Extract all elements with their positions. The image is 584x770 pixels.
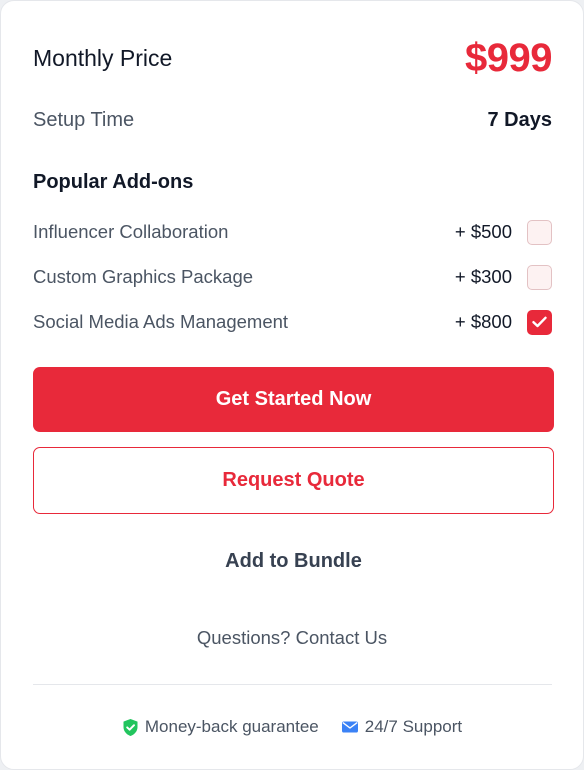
addon-name: Influencer Collaboration	[33, 221, 229, 242]
addon-checkbox[interactable]	[527, 264, 552, 290]
monthly-price-label: Monthly Price	[33, 44, 173, 71]
addon-checkbox[interactable]	[527, 219, 552, 245]
support-badge: 24/7 Support	[341, 717, 462, 737]
monthly-price-value: $999	[465, 35, 552, 80]
addon-name: Custom Graphics Package	[33, 266, 254, 287]
addon-item-influencer-collaboration: Influencer Collaboration + $500	[33, 218, 552, 246]
checkmark-icon	[532, 316, 547, 328]
guarantee-label: Money-back guarantee	[144, 717, 319, 736]
add-to-bundle-button[interactable]: Add to Bundle	[33, 538, 554, 584]
addons-heading: Popular Add-ons	[33, 171, 194, 193]
monthly-price-row: Monthly Price $999	[33, 35, 552, 81]
request-quote-button[interactable]: Request Quote	[33, 447, 554, 514]
get-started-button[interactable]: Get Started Now	[33, 367, 554, 432]
setup-time-value: 7 Days	[487, 108, 553, 131]
addon-price: + $500	[454, 221, 512, 242]
addon-checkbox[interactable]	[527, 309, 552, 335]
addon-price: + $300	[454, 266, 512, 287]
divider	[33, 684, 552, 685]
guarantee-badge: Money-back guarantee	[122, 717, 319, 737]
addon-price: + $800	[454, 311, 512, 332]
addon-item-custom-graphics-package: Custom Graphics Package + $300	[33, 263, 552, 291]
envelope-icon	[341, 721, 358, 733]
addon-item-social-media-ads-management: Social Media Ads Management + $800	[33, 308, 552, 336]
contact-link[interactable]: Questions? Contact Us	[1, 627, 583, 649]
footer: Money-back guarantee 24/7 Support	[1, 715, 583, 739]
setup-time-row: Setup Time 7 Days	[33, 105, 552, 135]
pricing-card: Monthly Price $999 Setup Time 7 Days Pop…	[0, 0, 584, 770]
support-label: 24/7 Support	[364, 717, 463, 736]
setup-time-label: Setup Time	[33, 108, 135, 131]
addon-name: Social Media Ads Management	[33, 311, 289, 332]
shield-check-icon	[123, 718, 138, 736]
